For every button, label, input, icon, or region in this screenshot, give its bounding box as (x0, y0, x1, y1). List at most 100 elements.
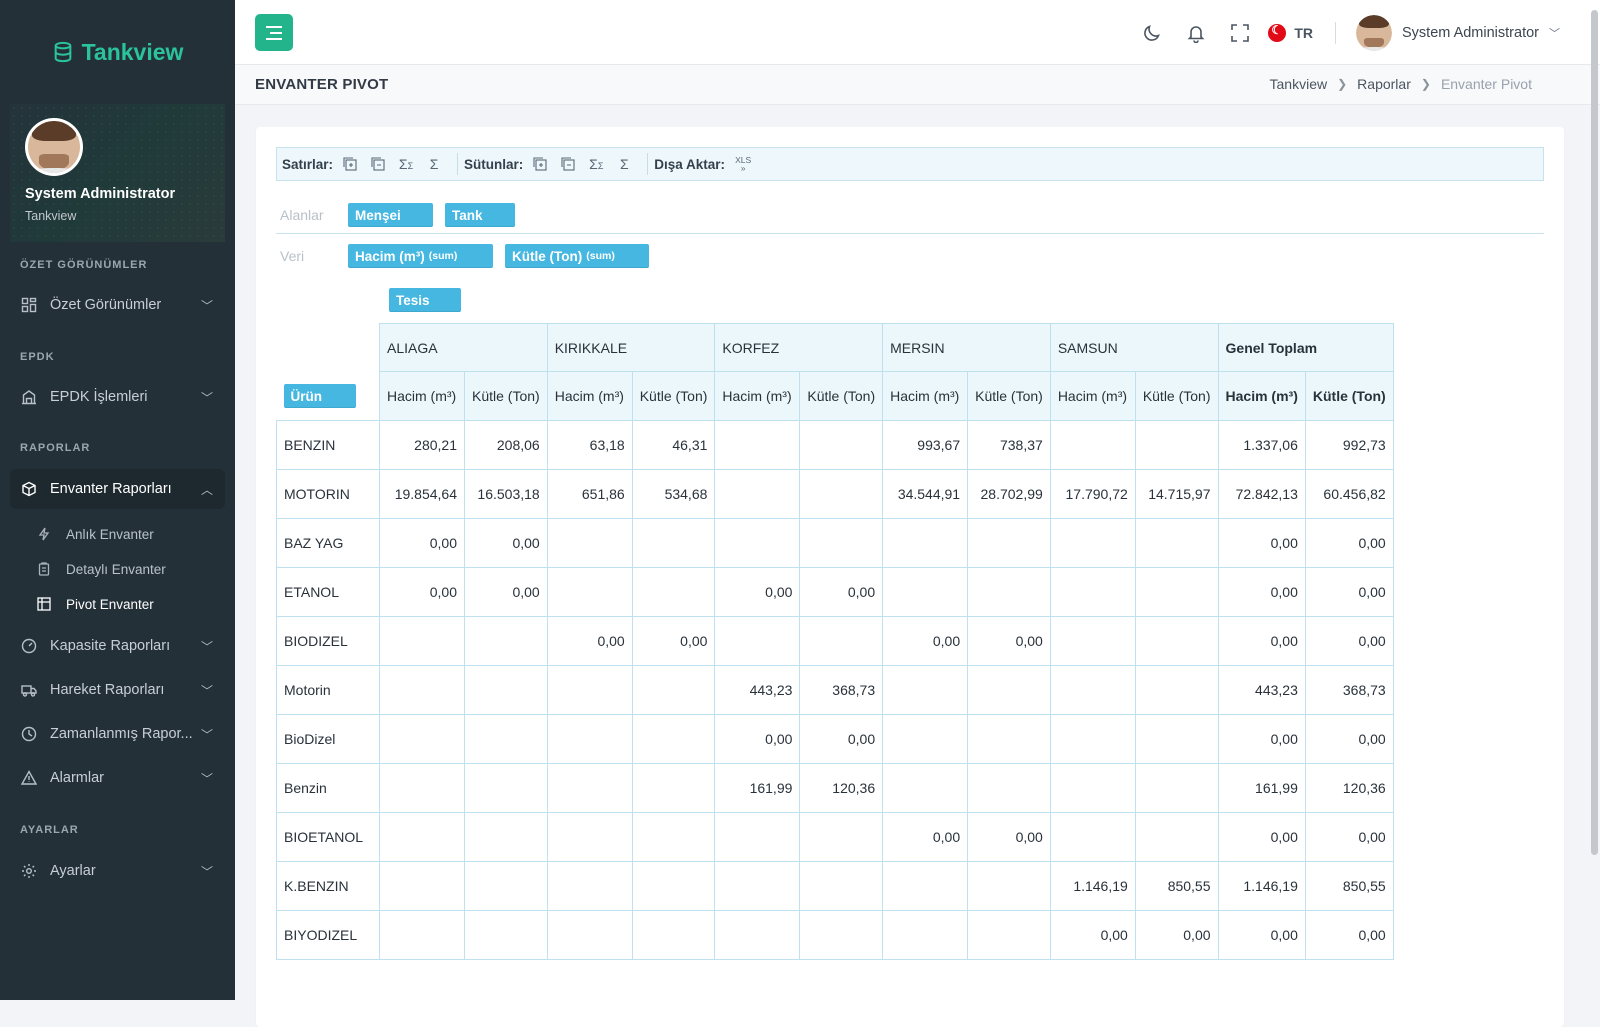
table-cell: 46,31 (631, 420, 716, 470)
sidebar-item-hareket[interactable]: Hareket Raporları ﹀ (0, 670, 235, 710)
expand-icon (533, 157, 547, 171)
row-header[interactable]: BIOETANOL (276, 812, 380, 862)
row-header[interactable]: BioDizel (276, 714, 380, 764)
column-header[interactable]: KIRIKKALE (546, 323, 716, 372)
table-cell: 161,99 (714, 763, 801, 813)
table-cell (1134, 616, 1219, 666)
table-cell (882, 861, 969, 911)
field-pill-mensei[interactable]: Menşei (348, 203, 433, 227)
table-cell: 993,67 (882, 420, 969, 470)
notifications-button[interactable] (1174, 11, 1218, 55)
avatar[interactable] (25, 118, 83, 176)
sidebar-item-ayarlar[interactable]: Ayarlar ﹀ (0, 851, 235, 891)
data-pill-kutle[interactable]: Kütle (Ton) (sum) (505, 244, 649, 268)
column-header[interactable]: MERSIN (882, 323, 1051, 372)
table-cell (546, 812, 633, 862)
user-menu[interactable]: System Administrator ﹀ (1356, 14, 1560, 51)
table-cell (1049, 714, 1136, 764)
sidebar-item-alarmlar[interactable]: Alarmlar ﹀ (0, 758, 235, 798)
table-cell (546, 861, 633, 911)
table-cell (714, 469, 801, 519)
export-xls-button[interactable]: XLS» (735, 156, 751, 173)
table-cell (631, 665, 716, 715)
columns-label: Sütunlar: (464, 156, 524, 172)
theme-toggle-button[interactable] (1130, 11, 1174, 55)
table-cell (882, 910, 969, 960)
sidebar-subitem-detayli[interactable]: Detaylı Envanter (36, 557, 166, 581)
menu-toggle-button[interactable] (255, 14, 293, 51)
table-cell: 0,00 (1304, 518, 1394, 568)
table-cell: 280,21 (379, 420, 465, 470)
row-field-pill[interactable]: Ürün (283, 384, 356, 408)
table-cell (967, 567, 1051, 617)
row-header[interactable]: Motorin (276, 665, 380, 715)
sidebar-subitem-anlik[interactable]: Anlık Envanter (36, 522, 154, 546)
sidebar-item-kapasite[interactable]: Kapasite Raporları ﹀ (0, 626, 235, 666)
breadcrumb-item[interactable]: Tankview (1270, 76, 1328, 92)
collapse-rows-button[interactable] (367, 153, 389, 175)
expand-rows-button[interactable] (339, 153, 361, 175)
table-cell (464, 714, 548, 764)
column-header[interactable]: ALIAGA (379, 323, 548, 372)
sidebar-item-ozet[interactable]: Özet Görünümler ﹀ (0, 285, 235, 325)
table-cell (379, 910, 465, 960)
row-subtotals-button[interactable]: ΣΣ (395, 153, 417, 175)
sidebar-item-epdk[interactable]: EPDK İşlemleri ﹀ (0, 377, 235, 417)
table-cell (714, 518, 801, 568)
user-name: System Administrator (1402, 24, 1539, 41)
expand-columns-button[interactable] (529, 153, 551, 175)
table-cell: 738,37 (967, 420, 1051, 470)
row-header[interactable]: BIODIZEL (276, 616, 380, 666)
column-subtotals-button[interactable]: ΣΣ (585, 153, 607, 175)
table-cell: 992,73 (1304, 420, 1394, 470)
sidebar-item-zamanlanmis[interactable]: Zamanlanmış Rapor... ﹀ (0, 714, 235, 754)
expand-icon (343, 157, 357, 171)
table-cell (967, 861, 1051, 911)
table-cell (546, 665, 633, 715)
table-cell (967, 714, 1051, 764)
row-header[interactable]: BIYODIZEL (276, 910, 380, 960)
column-header[interactable]: KORFEZ (714, 323, 884, 372)
column-field-pill[interactable]: Tesis (389, 288, 461, 312)
row-header[interactable]: MOTORIN (276, 469, 380, 519)
fullscreen-button[interactable] (1218, 11, 1262, 55)
building-icon (20, 388, 38, 406)
breadcrumb-item[interactable]: Raporlar (1357, 76, 1411, 92)
table-cell: 1.146,19 (1049, 861, 1136, 911)
field-pill-tank[interactable]: Tank (445, 203, 515, 227)
row-header[interactable]: ETANOL (276, 567, 380, 617)
sidebar-subitem-pivot[interactable]: Pivot Envanter (36, 592, 154, 616)
scrollbar[interactable] (1591, 10, 1598, 855)
chevron-right-icon: ❯ (1420, 77, 1431, 91)
brand-logo[interactable]: Tankview (0, 0, 235, 104)
table-cell: 120,36 (1304, 763, 1394, 813)
row-header[interactable]: K.BENZIN (276, 861, 380, 911)
column-header[interactable]: SAMSUN (1049, 323, 1219, 372)
row-totals-button[interactable]: Σ (423, 153, 445, 175)
language-selector[interactable]: TR (1268, 23, 1313, 42)
sidebar-item-envanter[interactable]: Envanter Raporları ︿ (10, 469, 225, 509)
nav-section-raporlar: RAPORLAR (20, 442, 91, 454)
column-totals-button[interactable]: Σ (613, 153, 635, 175)
chevron-down-icon: ﹀ (200, 639, 213, 654)
measure-header: Hacim (m³) (882, 371, 969, 421)
collapse-columns-button[interactable] (557, 153, 579, 175)
row-header[interactable]: BAZ YAG (276, 518, 380, 568)
sigma-sub-icon: ΣΣ (589, 156, 604, 172)
measure-header: Kütle (Ton) (464, 371, 548, 421)
table-cell: 0,00 (546, 616, 633, 666)
row-header[interactable]: BENZIN (276, 420, 380, 470)
table-cell (631, 567, 716, 617)
chevron-right-icon: ❯ (1337, 77, 1348, 91)
sidebar-item-label: Hareket Raporları (50, 682, 165, 698)
data-pill-hacim[interactable]: Hacim (m³) (sum) (348, 244, 493, 268)
profile-name: System Administrator (25, 186, 176, 202)
row-header[interactable]: Benzin (276, 763, 380, 813)
table-cell (379, 812, 465, 862)
rows-label: Satırlar: (282, 156, 334, 172)
breadcrumb-current: Envanter Pivot (1440, 76, 1532, 92)
table-cell: 1.146,19 (1217, 861, 1306, 911)
avatar (1356, 14, 1392, 51)
gear-icon (20, 862, 38, 880)
export-label: Dışa Aktar: (654, 156, 726, 172)
